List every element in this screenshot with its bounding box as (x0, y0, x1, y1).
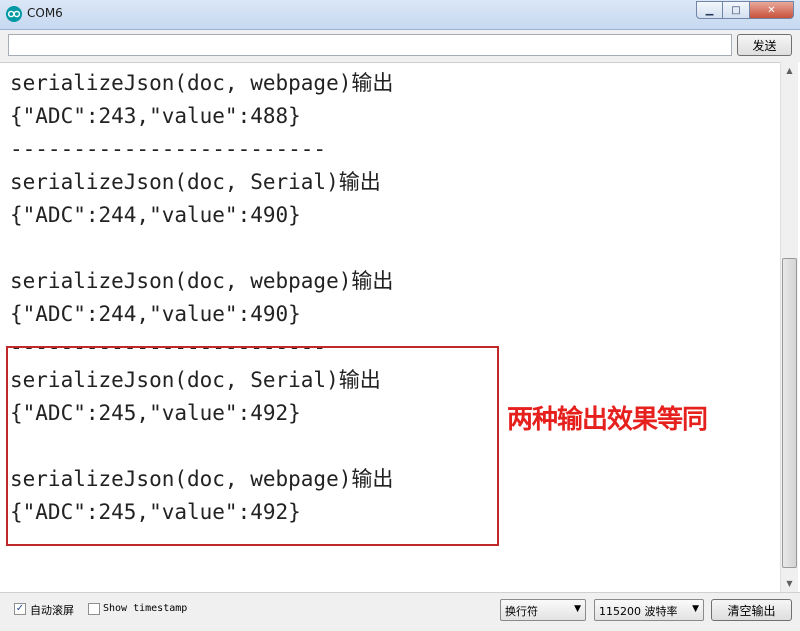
baud-rate-value: 115200 波特率 (599, 605, 678, 618)
title-bar: COM6 ▁ □ ✕ (0, 0, 800, 30)
maximize-icon: □ (731, 4, 741, 16)
line-ending-value: 换行符 (505, 605, 538, 618)
baud-rate-select[interactable]: 115200 波特率 ▼ (594, 599, 704, 621)
status-bar: ✓ 自动滚屏 Show timestamp 换行符 ▼ 115200 波特率 ▼… (0, 592, 800, 631)
serial-output-line: serializeJson(doc, webpage)输出 (10, 71, 394, 95)
chevron-down-icon: ▼ (692, 604, 699, 614)
annotation-text: 两种输出效果等同 (507, 405, 708, 435)
minimize-button[interactable]: ▁ (696, 1, 723, 19)
close-button[interactable]: ✕ (750, 1, 794, 19)
chevron-down-icon: ▼ (574, 604, 581, 614)
maximize-button[interactable]: □ (723, 1, 750, 19)
close-icon: ✕ (767, 4, 776, 16)
minimize-icon: ▁ (705, 4, 714, 16)
autoscroll-checkbox[interactable]: ✓ (14, 603, 26, 615)
serial-output-line: {"ADC":244,"value":490} (10, 302, 301, 326)
serial-output-line: ------------------------- (10, 137, 327, 161)
send-bar: 发送 (0, 30, 800, 62)
timestamp-label: Show timestamp (103, 603, 188, 614)
line-ending-select[interactable]: 换行符 ▼ (500, 599, 586, 621)
serial-send-input[interactable] (8, 34, 732, 56)
timestamp-checkbox[interactable] (88, 603, 100, 615)
vertical-scrollbar[interactable]: ▲ ▼ (780, 62, 798, 592)
arduino-infinity-icon (6, 6, 22, 22)
scroll-down-icon[interactable]: ▼ (781, 575, 798, 592)
window-title: COM6 (27, 6, 63, 20)
serial-output-line: serializeJson(doc, Serial)输出 (10, 170, 381, 194)
autoscroll-label: 自动滚屏 (30, 604, 74, 617)
window-controls: ▁ □ ✕ (696, 1, 794, 19)
checkmark-icon: ✓ (15, 603, 25, 614)
serial-output-line: {"ADC":243,"value":488} (10, 104, 301, 128)
send-button[interactable]: 发送 (737, 34, 792, 56)
scroll-thumb[interactable] (782, 258, 797, 568)
clear-output-button[interactable]: 清空输出 (711, 599, 792, 621)
scroll-up-icon[interactable]: ▲ (781, 62, 798, 79)
annotation-highlight-box (6, 346, 499, 546)
serial-output-line: serializeJson(doc, webpage)输出 (10, 269, 394, 293)
serial-output-line: {"ADC":244,"value":490} (10, 203, 301, 227)
